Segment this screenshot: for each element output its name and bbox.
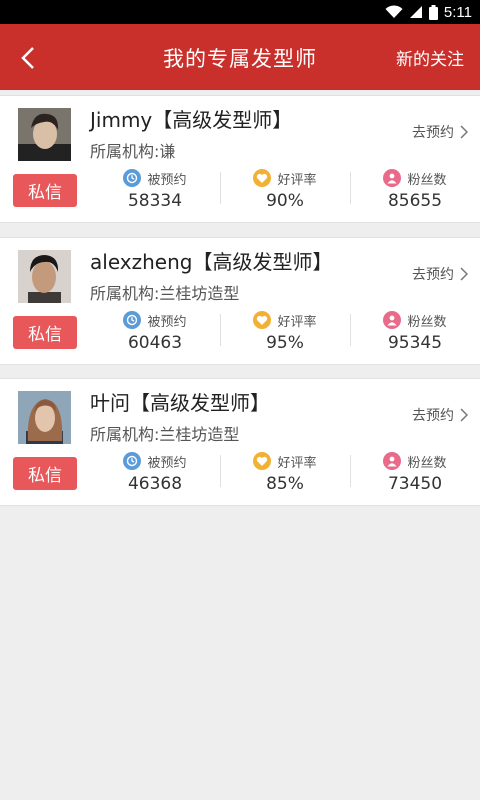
- stat-fans: 粉丝数 95345: [350, 308, 480, 356]
- avatar[interactable]: [18, 108, 71, 161]
- stats-row: 被预约 60463 好评率 95% 粉丝数 95345: [90, 308, 480, 356]
- stat-label: 粉丝数: [407, 455, 447, 471]
- status-time: 5:11: [443, 3, 472, 21]
- stat-booked: 被预约 46368: [90, 449, 220, 497]
- stat-label: 好评率: [277, 172, 317, 188]
- signal-icon: [409, 6, 422, 18]
- stats-row: 被预约 46368 好评率 85% 粉丝数 73450: [90, 449, 480, 497]
- stat-value: 85%: [266, 474, 304, 494]
- stat-booked: 被预约 58334: [90, 166, 220, 214]
- clock-icon: [123, 169, 142, 187]
- stat-label: 好评率: [277, 455, 317, 471]
- stat-value: 73450: [387, 474, 443, 494]
- stat-rating: 好评率 90%: [220, 166, 350, 214]
- stylist-card: 叶问【高级发型师】 所属机构:兰桂坊造型 去预约 私信 被预约 46368 好评…: [0, 378, 480, 506]
- stylist-name: alexzheng【高级发型师】: [90, 250, 333, 274]
- book-label: 去预约: [412, 408, 454, 424]
- stat-value: 90%: [266, 191, 304, 211]
- stylist-card: Jimmy【高级发型师】 所属机构:谦 去预约 私信 被预约 58334 好评率: [0, 95, 480, 223]
- status-bar: 5:11: [0, 0, 480, 24]
- stat-value: 58334: [127, 191, 183, 211]
- chevron-right-icon: [460, 125, 468, 139]
- stat-label: 粉丝数: [407, 172, 447, 188]
- book-button[interactable]: 去预约: [412, 122, 468, 142]
- avatar[interactable]: [18, 250, 71, 303]
- message-button[interactable]: 私信: [13, 316, 77, 349]
- stat-value: 60463: [127, 333, 183, 353]
- heart-icon: [253, 452, 272, 470]
- book-button[interactable]: 去预约: [412, 264, 468, 284]
- message-button[interactable]: 私信: [13, 174, 77, 207]
- new-follows-button[interactable]: 新的关注: [396, 45, 464, 70]
- heart-icon: [253, 311, 272, 329]
- stylist-org: 所属机构:兰桂坊造型: [90, 284, 240, 303]
- stat-rating: 好评率 85%: [220, 449, 350, 497]
- stat-value: 46368: [127, 474, 183, 494]
- stylist-name: 叶问【高级发型师】: [90, 391, 270, 415]
- stat-label: 好评率: [277, 314, 317, 330]
- stylist-name: Jimmy【高级发型师】: [90, 108, 293, 132]
- chevron-right-icon: [460, 267, 468, 281]
- back-button[interactable]: [8, 38, 48, 78]
- stylist-org: 所属机构:兰桂坊造型: [90, 425, 240, 444]
- person-icon: [383, 311, 402, 329]
- book-button[interactable]: 去预约: [412, 405, 468, 425]
- person-icon: [383, 169, 402, 187]
- stats-row: 被预约 58334 好评率 90% 粉丝数 85655: [90, 166, 480, 214]
- stat-label: 被预约: [147, 172, 187, 188]
- stat-value: 85655: [387, 191, 443, 211]
- stat-booked: 被预约 60463: [90, 308, 220, 356]
- book-label: 去预约: [412, 267, 454, 283]
- stat-value: 95345: [387, 333, 443, 353]
- person-icon: [383, 452, 402, 470]
- clock-icon: [123, 311, 142, 329]
- heart-icon: [253, 169, 272, 187]
- wifi-icon: [385, 5, 403, 18]
- message-button[interactable]: 私信: [13, 457, 77, 490]
- stat-label: 被预约: [147, 314, 187, 330]
- battery-icon: [428, 4, 438, 20]
- clock-icon: [123, 452, 142, 470]
- stylist-org: 所属机构:谦: [90, 142, 176, 161]
- stat-rating: 好评率 95%: [220, 308, 350, 356]
- stat-fans: 粉丝数 73450: [350, 449, 480, 497]
- book-label: 去预约: [412, 125, 454, 141]
- stat-fans: 粉丝数 85655: [350, 166, 480, 214]
- stat-label: 粉丝数: [407, 314, 447, 330]
- avatar[interactable]: [18, 391, 71, 444]
- back-arrow-icon: [21, 47, 34, 69]
- stylist-card: alexzheng【高级发型师】 所属机构:兰桂坊造型 去预约 私信 被预约 6…: [0, 237, 480, 365]
- stat-label: 被预约: [147, 455, 187, 471]
- stat-value: 95%: [266, 333, 304, 353]
- chevron-right-icon: [460, 408, 468, 422]
- status-icons: 5:11: [385, 2, 472, 22]
- header-bar: 我的专属发型师 新的关注: [0, 24, 480, 90]
